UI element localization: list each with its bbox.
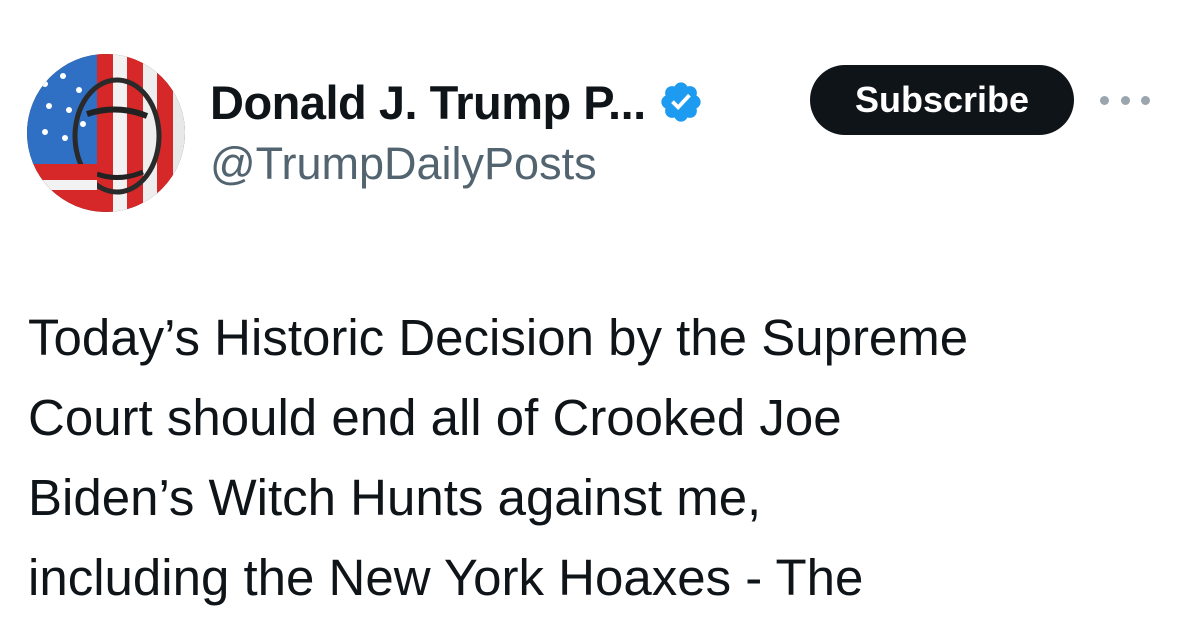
display-name[interactable]: Donald J. Trump P... xyxy=(210,75,646,130)
more-options-icon[interactable] xyxy=(1100,88,1150,112)
verified-badge-icon xyxy=(661,82,701,122)
post-text-line: Court should end all of Crooked Joe xyxy=(28,389,842,446)
user-handle[interactable]: @TrumpDailyPosts xyxy=(210,138,597,190)
profile-avatar[interactable] xyxy=(27,54,185,212)
name-row: Donald J. Trump P... xyxy=(210,70,704,134)
post-header: Donald J. Trump P... @TrumpDailyPosts Su… xyxy=(0,0,1179,230)
flag-portrait-avatar-icon xyxy=(27,54,185,212)
post-text: Today’s Historic Decision by the Supreme… xyxy=(28,298,1158,618)
subscribe-button[interactable]: Subscribe xyxy=(810,65,1074,135)
more-dot xyxy=(1120,95,1130,105)
post-text-line: Biden’s Witch Hunts against me, xyxy=(28,469,762,526)
more-dot xyxy=(1141,95,1150,105)
post-text-line: including the New York Hoaxes - The xyxy=(28,549,864,606)
post-text-line: Today’s Historic Decision by the Supreme xyxy=(28,309,969,366)
more-dot xyxy=(1100,95,1109,105)
